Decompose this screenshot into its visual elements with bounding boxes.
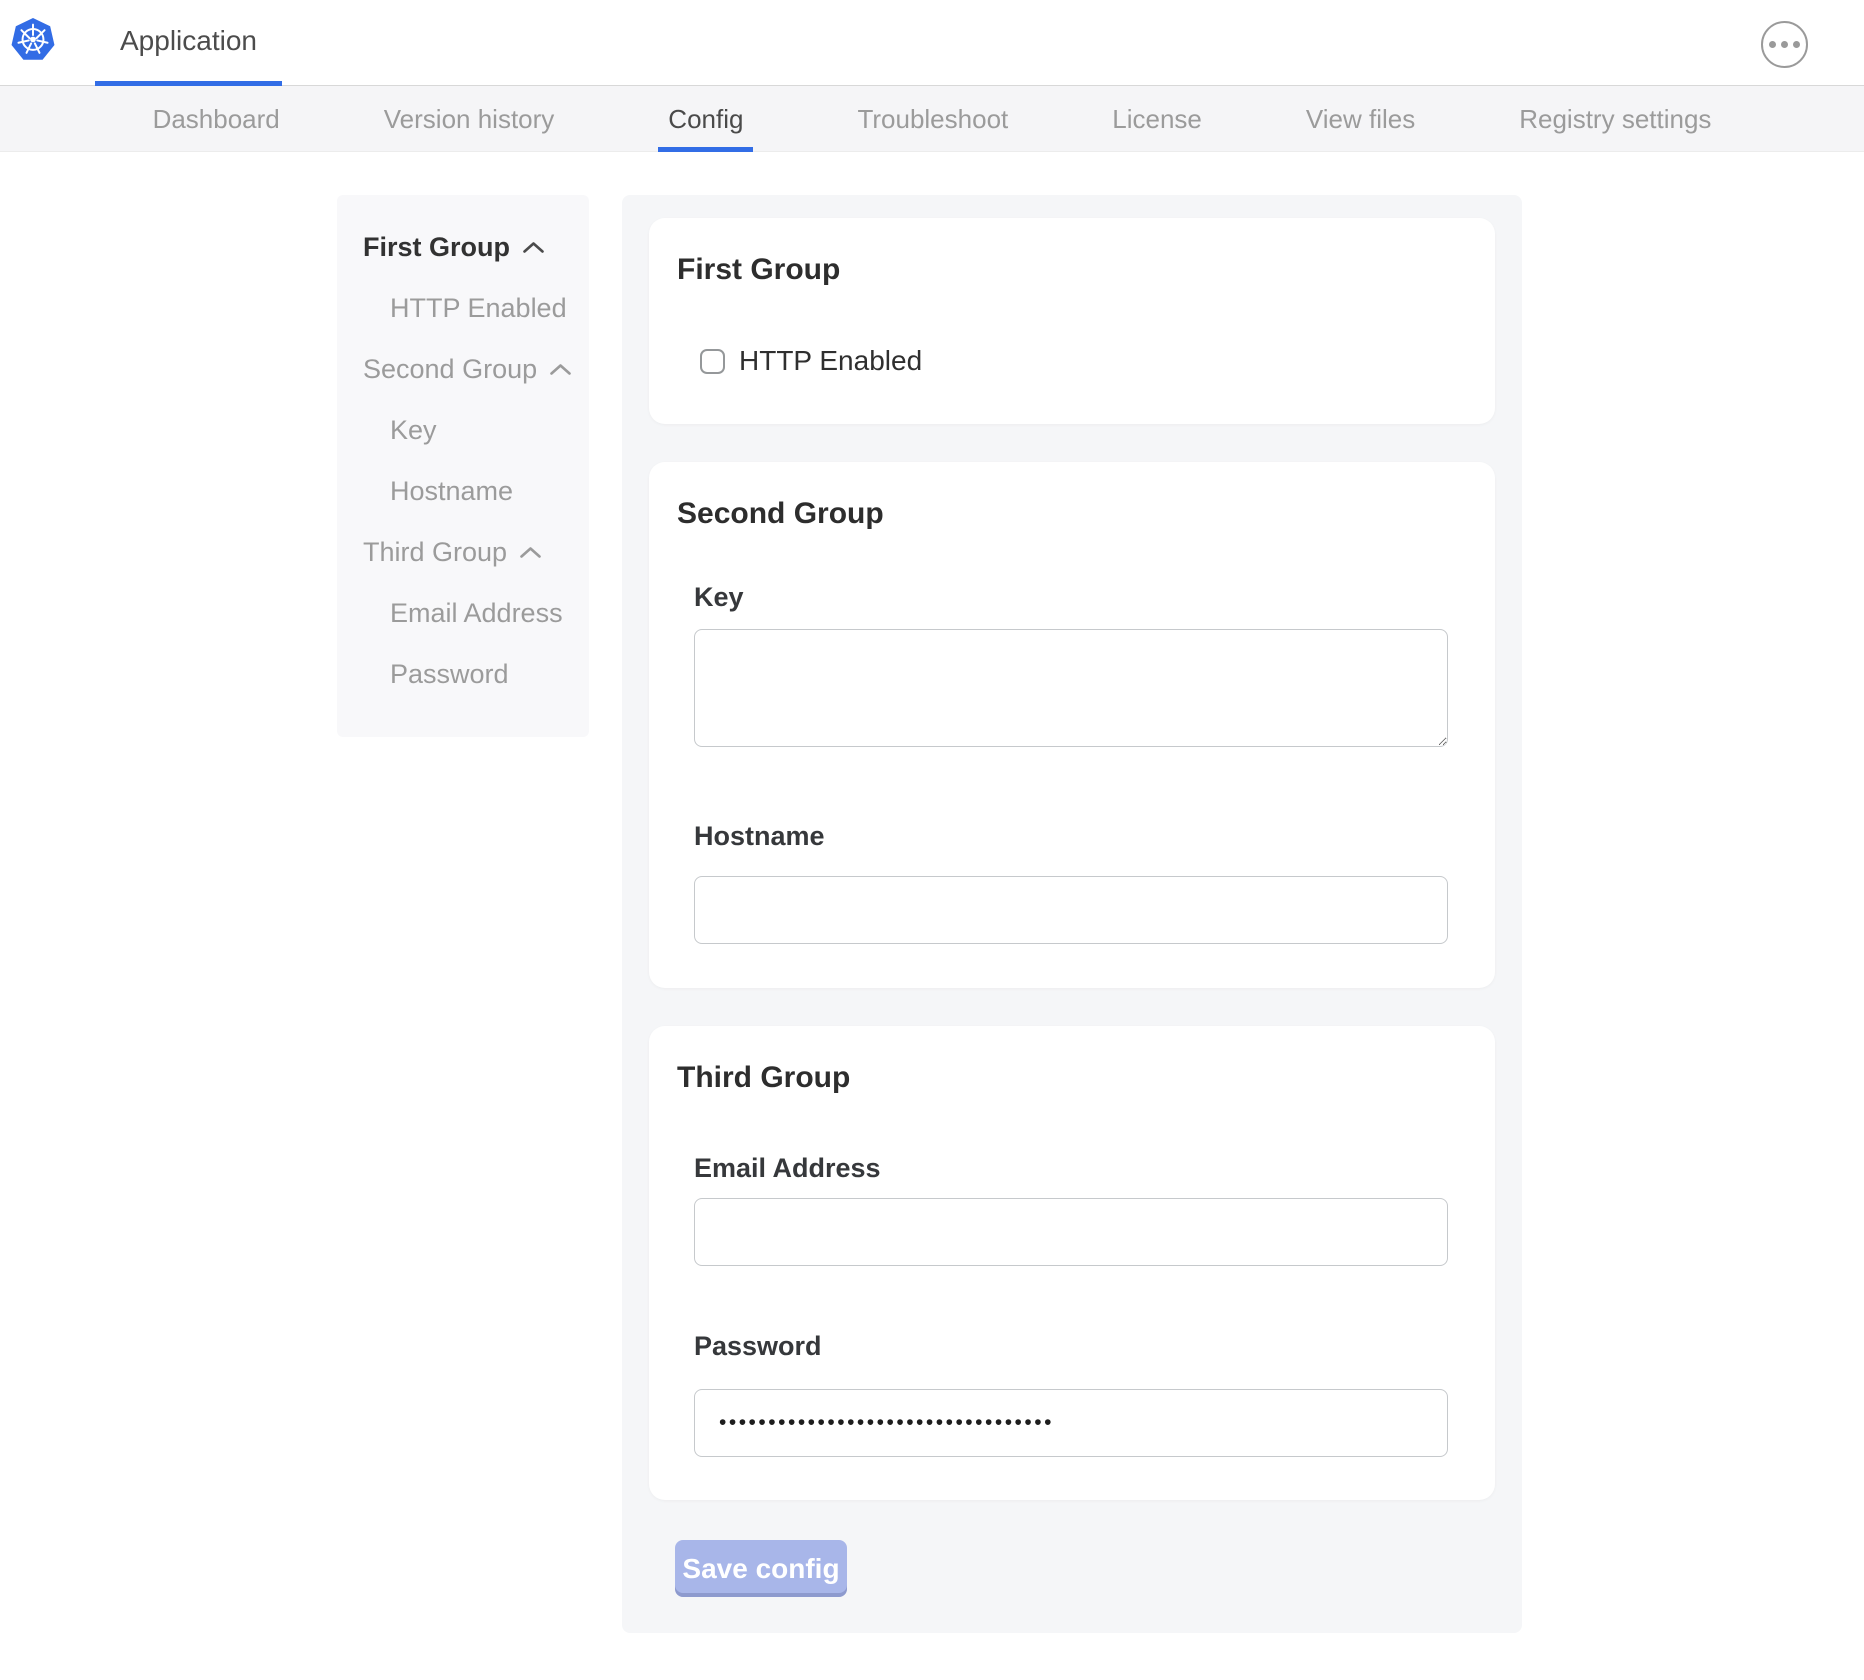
- email-address-input[interactable]: [694, 1198, 1448, 1266]
- config-group-first: First Group HTTP Enabled: [649, 218, 1495, 424]
- config-panel: First Group HTTP Enabled Second Group Ke…: [622, 195, 1522, 1633]
- tab-registry-settings[interactable]: Registry settings: [1519, 86, 1711, 152]
- password-input[interactable]: [694, 1389, 1448, 1457]
- sidebar-item-label: Password: [390, 659, 509, 690]
- sidebar-item-http-enabled[interactable]: HTTP Enabled: [337, 278, 589, 339]
- group-title: First Group: [677, 252, 1495, 288]
- sidebar-item-first-group[interactable]: First Group: [337, 217, 589, 278]
- group-title: Third Group: [677, 1060, 1495, 1096]
- config-sidebar: First Group HTTP Enabled Second Group Ke…: [337, 195, 589, 737]
- chevron-up-icon: [522, 241, 545, 254]
- sidebar-item-label: Hostname: [390, 476, 513, 507]
- hostname-input[interactable]: [694, 876, 1448, 944]
- group-title: Second Group: [677, 496, 1495, 532]
- tab-license[interactable]: License: [1112, 86, 1202, 152]
- chevron-up-icon: [549, 363, 572, 376]
- http-enabled-label: HTTP Enabled: [739, 345, 922, 377]
- tab-view-files[interactable]: View files: [1306, 86, 1415, 152]
- key-label: Key: [694, 581, 1495, 613]
- sidebar-item-label: Email Address: [390, 598, 563, 629]
- email-address-label: Email Address: [694, 1152, 1495, 1184]
- password-label: Password: [694, 1330, 1495, 1362]
- sidebar-item-label: First Group: [363, 232, 510, 263]
- sidebar-item-email-address[interactable]: Email Address: [337, 583, 589, 644]
- sidebar-item-label: HTTP Enabled: [390, 293, 567, 324]
- sidebar-item-password[interactable]: Password: [337, 644, 589, 705]
- application-tab[interactable]: Application: [95, 0, 282, 86]
- sidebar-item-third-group[interactable]: Third Group: [337, 522, 589, 583]
- ellipsis-icon[interactable]: [1761, 21, 1808, 68]
- app-subnav: Dashboard Version history Config Trouble…: [0, 86, 1864, 152]
- http-enabled-field: HTTP Enabled: [700, 345, 1495, 377]
- config-page: First Group HTTP Enabled Second Group Ke…: [0, 152, 1864, 1679]
- key-textarea[interactable]: [694, 629, 1448, 747]
- sidebar-item-label: Key: [390, 415, 437, 446]
- sidebar-item-label: Third Group: [363, 537, 507, 568]
- chevron-up-icon: [519, 546, 542, 559]
- sidebar-item-second-group[interactable]: Second Group: [337, 339, 589, 400]
- save-config-button[interactable]: Save config: [675, 1540, 847, 1597]
- tab-config[interactable]: Config: [658, 86, 753, 152]
- tab-version-history[interactable]: Version history: [384, 86, 555, 152]
- tab-troubleshoot[interactable]: Troubleshoot: [857, 86, 1008, 152]
- tab-dashboard[interactable]: Dashboard: [153, 86, 280, 152]
- config-group-second: Second Group Key Hostname: [649, 462, 1495, 988]
- sidebar-item-hostname[interactable]: Hostname: [337, 461, 589, 522]
- config-group-third: Third Group Email Address Password: [649, 1026, 1495, 1500]
- sidebar-item-key[interactable]: Key: [337, 400, 589, 461]
- hostname-label: Hostname: [694, 820, 1495, 852]
- top-bar: Application: [0, 0, 1864, 86]
- sidebar-item-label: Second Group: [363, 354, 537, 385]
- http-enabled-checkbox[interactable]: [700, 349, 725, 374]
- kubernetes-logo: [11, 17, 55, 63]
